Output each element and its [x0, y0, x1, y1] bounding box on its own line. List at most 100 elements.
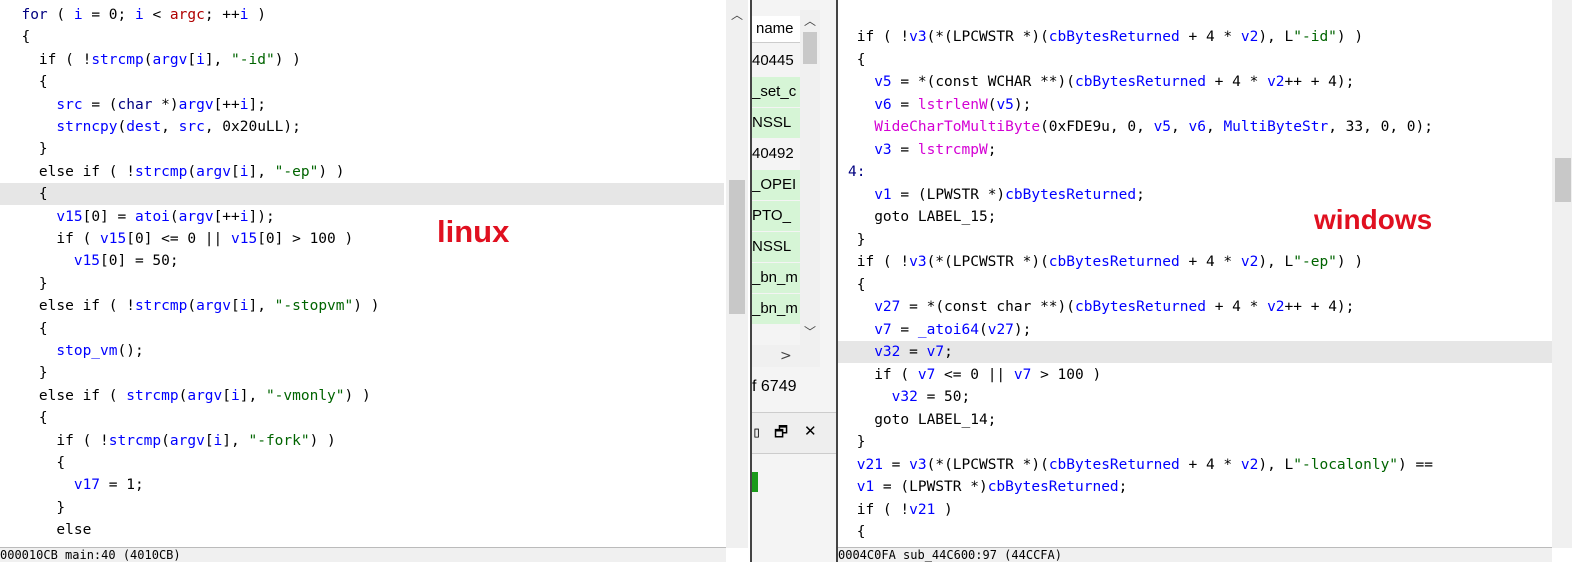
code-line[interactable]: } [4, 138, 48, 160]
code-line[interactable]: { [848, 521, 866, 543]
close-icon[interactable]: ✕ [804, 422, 817, 440]
code-line[interactable]: v3 = lstrcmpW; [848, 139, 996, 161]
code-line[interactable]: v15[0] = 50; [4, 250, 179, 272]
code-line[interactable]: stop_vm(); [4, 340, 143, 362]
code-token: = [891, 141, 918, 158]
names-column-header[interactable]: name [752, 16, 800, 43]
code-token: < [143, 7, 170, 23]
code-line[interactable]: goto LABEL_14; [848, 409, 996, 431]
code-line[interactable]: { [848, 274, 866, 296]
names-list-item[interactable]: _set_c [752, 77, 800, 107]
code-token: WideCharToMultiByte [874, 119, 1041, 135]
code-line[interactable]: { [4, 452, 65, 474]
code-line[interactable]: } [4, 362, 48, 384]
names-list-item[interactable]: 40445 [752, 46, 800, 76]
names-list-item[interactable]: NSSL [752, 232, 800, 262]
code-line[interactable]: v32 = v7; [848, 341, 953, 363]
code-line[interactable]: else if ( !strcmp(argv[i], "-ep") ) [4, 161, 345, 183]
code-line[interactable]: WideCharToMultiByte(0xFDE9u, 0, v5, v6 , … [848, 116, 1433, 138]
code-line[interactable]: { [848, 49, 866, 71]
code-line[interactable]: { [4, 71, 48, 93]
code-line[interactable]: { [4, 183, 48, 205]
code-token: ]); [248, 208, 275, 225]
scroll-down-icon[interactable]: ﹀ [804, 323, 816, 340]
code-token: for [4, 7, 48, 23]
horizontal-scrollbar[interactable]: > [752, 345, 820, 367]
code-line[interactable]: src = (char *)argv[++i]; [4, 94, 266, 116]
code-line[interactable]: { [4, 407, 48, 429]
names-list-item[interactable]: 40492 [752, 139, 800, 169]
code-token: v5 [996, 96, 1014, 113]
scroll-right-icon[interactable]: > [780, 348, 792, 364]
code-token: + 4 * [1179, 254, 1241, 270]
code-token: v1 [874, 186, 892, 203]
code-line[interactable]: v1 = (LPWSTR *)cbBytesReturned; [848, 476, 1128, 498]
code-line[interactable]: } [4, 273, 48, 295]
code-token: i [196, 51, 205, 68]
code-line[interactable]: for ( i = 0; i < argc; ++i ) [4, 4, 266, 26]
code-token: = 50; [917, 389, 971, 405]
code-line[interactable]: v32 = 50; [848, 386, 971, 408]
code-line[interactable]: } [848, 229, 866, 251]
names-list-item[interactable]: _OPEI [752, 170, 800, 200]
code-line[interactable]: v17 = 1; [4, 474, 144, 496]
scroll-up-icon[interactable]: ︿ [804, 12, 816, 29]
code-line[interactable]: } [848, 431, 866, 453]
code-line[interactable]: { [4, 26, 30, 48]
code-line[interactable]: if ( !v3(*(LPCWSTR *)(cbBytesReturned + … [848, 26, 1363, 48]
code-line[interactable]: 4: [848, 161, 865, 183]
code-line[interactable]: v6 = lstrlenW(v5); [848, 94, 1031, 116]
code-token: + 4 * [1179, 456, 1241, 473]
code-line[interactable]: if ( !strcmp(argv[i], "-id") ) [4, 49, 301, 71]
code-line[interactable]: else if ( !strcmp(argv[i], "-stopvm") ) [4, 295, 380, 317]
code-line[interactable]: if ( !v21 ) [848, 499, 953, 521]
code-line[interactable]: if ( v15[0] <= 0 || v15[0] > 100 ) [4, 228, 353, 250]
code-token: ); [1013, 321, 1032, 338]
code-token: ( [978, 321, 988, 338]
vertical-scrollbar[interactable]: ︿ [726, 0, 748, 548]
highlighted-line [0, 183, 724, 206]
code-token: ) ) [309, 432, 336, 449]
restore-icon[interactable]: 🗗 [774, 422, 788, 447]
names-list-item-label: NSSL [752, 114, 792, 131]
code-line[interactable]: v27 = *(const char **)(cbBytesReturned +… [848, 296, 1354, 318]
names-list-item[interactable]: _bn_m [752, 263, 800, 293]
code-token: } [4, 141, 48, 158]
scroll-up-icon[interactable]: ︿ [731, 6, 743, 23]
names-list-item[interactable]: NSSL [752, 108, 800, 138]
scroll-thumb[interactable] [1555, 158, 1571, 202]
code-line[interactable]: v1 = (LPWSTR *)cbBytesReturned; [848, 184, 1145, 206]
code-line[interactable]: if ( v7 <= 0 || v7 > 100 ) [848, 364, 1101, 386]
code-line[interactable]: strncpy(dest, src, 0x20uLL); [4, 116, 300, 138]
code-token: ) ) [318, 163, 345, 180]
code-line[interactable]: } [4, 497, 65, 519]
names-list-item[interactable]: PTO_ [752, 201, 800, 231]
names-list-item[interactable]: _bn_m [752, 294, 800, 324]
vertical-scrollbar[interactable] [1552, 0, 1572, 548]
code-line[interactable]: if ( !v3(*(LPCWSTR *)(cbBytesReturned + … [848, 251, 1363, 273]
code-token: { [4, 74, 48, 91]
code-token: "-vmonly" [265, 387, 345, 404]
names-scrollbar[interactable]: ︿ ﹀ [800, 10, 820, 345]
code-line[interactable]: goto LABEL_15; [848, 206, 996, 228]
code-token: = [900, 344, 927, 360]
code-line[interactable]: { [4, 318, 48, 340]
pane-icon[interactable]: ▯ [752, 423, 761, 441]
code-line[interactable]: v21 = v3(*(LPCWSTR *)(cbBytesReturned + … [848, 454, 1433, 476]
code-token: "-id" [231, 51, 275, 68]
code-line[interactable]: else [4, 519, 91, 541]
windows-pseudocode-pane[interactable]: if ( !v3(*(LPCWSTR *)(cbBytesReturned + … [836, 0, 1572, 562]
code-token: strncpy [56, 119, 118, 135]
code-line[interactable]: v7 = _atoi64(v27); [848, 319, 1031, 341]
code-line[interactable]: if ( !strcmp(argv[i], "-fork") ) [4, 430, 336, 452]
code-token: strcmp [134, 298, 188, 315]
names-window[interactable]: name 40445 _set_c NSSL 40492 _OPEI PTO_ NSSL _b… [752, 0, 836, 562]
scroll-thumb[interactable] [803, 32, 817, 64]
code-line[interactable]: v15[0] = atoi(argv[++i]); [4, 206, 275, 228]
code-line[interactable]: else if ( strcmp(argv[i], "-vmonly") ) [4, 385, 371, 407]
code-line[interactable]: v5 = *(const WCHAR **)(cbBytesReturned +… [848, 71, 1354, 93]
linux-pseudocode-pane[interactable]: for ( i = 0; i < argc; ++i ) { if ( !str… [0, 0, 752, 562]
scroll-thumb[interactable] [729, 180, 745, 314]
